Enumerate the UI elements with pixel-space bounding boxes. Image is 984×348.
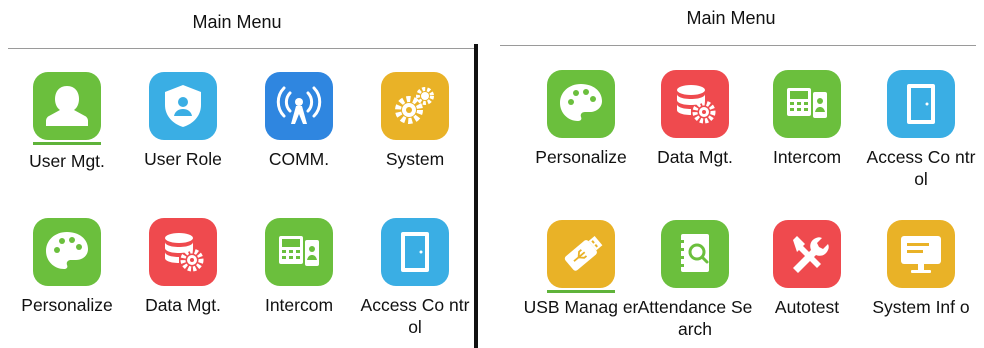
menu-item-intercom[interactable]: Intercom	[240, 218, 358, 316]
menu-item-label: Personalize	[535, 147, 627, 167]
address-book-search-icon	[661, 220, 729, 288]
menu-item-access-control[interactable]: Access Co ntrol	[862, 70, 980, 190]
database-gear-icon	[149, 218, 217, 286]
menu-item-autotest[interactable]: Autotest	[748, 220, 866, 318]
menu-item-label: System Inf o	[872, 297, 970, 317]
right-main-menu-panel: Main Menu Personalize Data Mgt. Intercom…	[478, 0, 984, 348]
door-icon	[887, 70, 955, 138]
palette-icon	[33, 218, 101, 286]
menu-item-label: User Mgt.	[29, 151, 105, 171]
monitor-icon	[887, 220, 955, 288]
menu-item-label: Intercom	[772, 147, 842, 167]
menu-item-access-control[interactable]: Access Co ntrol	[356, 218, 474, 338]
menu-item-label: Intercom	[264, 295, 334, 315]
page-title: Main Menu	[686, 8, 776, 28]
title-divider	[500, 45, 976, 46]
menu-item-system-info[interactable]: System Inf o	[862, 220, 980, 318]
menu-item-personalize[interactable]: Personalize	[8, 218, 126, 316]
title-divider	[8, 48, 474, 49]
menu-item-label: Attendance Search	[637, 297, 753, 339]
antenna-icon	[265, 72, 333, 140]
menu-item-comm[interactable]: COMM.	[240, 72, 358, 170]
menu-item-system[interactable]: System	[356, 72, 474, 170]
menu-item-label: COMM.	[268, 149, 330, 169]
shield-user-icon	[149, 72, 217, 140]
selection-underline	[547, 290, 615, 293]
database-gear-icon	[661, 70, 729, 138]
menu-item-label: Autotest	[774, 297, 840, 317]
menu-item-label: System	[385, 149, 445, 169]
intercom-icon	[773, 70, 841, 138]
menu-item-user-role[interactable]: User Role	[124, 72, 242, 170]
menu-item-label: Personalize	[21, 295, 113, 315]
menu-item-label: Data Mgt.	[657, 147, 733, 167]
menu-item-user-mgt[interactable]: User Mgt.	[8, 72, 126, 172]
gears-icon	[381, 72, 449, 140]
menu-item-personalize[interactable]: Personalize	[522, 70, 640, 168]
left-main-menu-panel: Main Menu User Mgt. User Role COMM. Syst…	[0, 0, 474, 348]
user-icon	[33, 72, 101, 140]
page-title: Main Menu	[192, 12, 282, 32]
menu-item-usb-manager[interactable]: USB Manag er	[522, 220, 640, 318]
menu-item-intercom[interactable]: Intercom	[748, 70, 866, 168]
menu-item-data-mgt[interactable]: Data Mgt.	[636, 70, 754, 168]
menu-item-label: Data Mgt.	[145, 295, 221, 315]
door-icon	[381, 218, 449, 286]
menu-item-data-mgt[interactable]: Data Mgt.	[124, 218, 242, 316]
tools-icon	[773, 220, 841, 288]
intercom-icon	[265, 218, 333, 286]
menu-item-attendance-search[interactable]: Attendance Search	[636, 220, 754, 340]
menu-item-label: USB Manag er	[523, 297, 639, 317]
selection-underline	[33, 142, 101, 145]
menu-item-label: User Role	[144, 149, 222, 169]
menu-item-label: Access Co ntrol	[360, 295, 470, 337]
menu-item-label: Access Co ntrol	[866, 147, 976, 189]
palette-icon	[547, 70, 615, 138]
usb-icon	[547, 220, 615, 288]
